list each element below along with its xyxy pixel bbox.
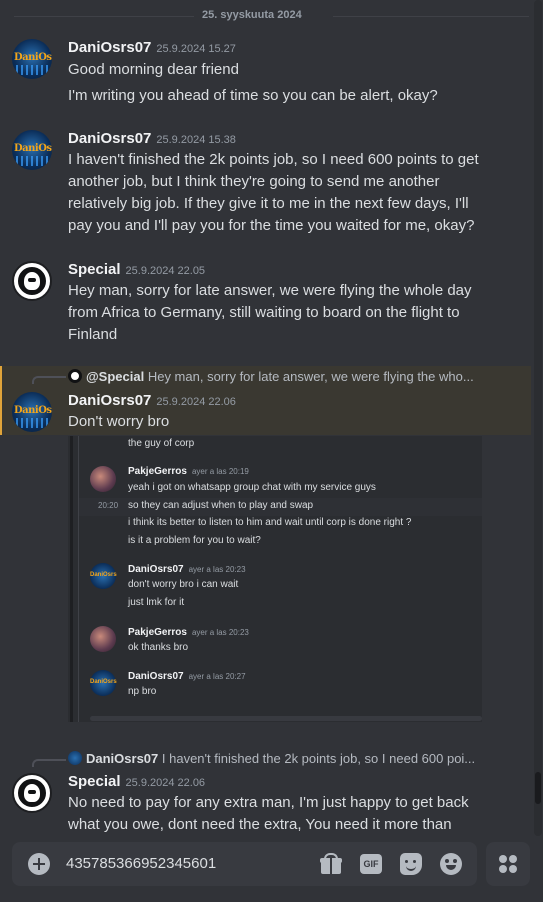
message: Special 25.9.2024 22.05 Hey man, sorry fo… (0, 259, 531, 349)
embed-text: i think its better to listen to him and … (128, 517, 412, 528)
message: DaniOsrs DaniOsrs07 25.9.2024 15.38 I hav… (0, 128, 531, 238)
username[interactable]: Special (68, 261, 121, 278)
message-text: No need to pay for any extra man, I'm ju… (68, 794, 469, 833)
username[interactable]: Special (68, 773, 121, 790)
avatar[interactable]: DaniOsrs (12, 392, 52, 432)
embed-username-text: PakjeGerros (128, 466, 187, 477)
embed-time: ayer a las 20:19 (191, 467, 249, 476)
embed-username-text: DaniOsrs07 (128, 671, 184, 682)
message-text: Good morning dear friend (68, 61, 239, 78)
reply-preview[interactable]: I haven't finished the 2k points job, so… (162, 751, 475, 766)
embed-username: DaniOsrs07 ayer a las 20:27 (128, 671, 246, 682)
gif-icon[interactable]: GIF (360, 854, 382, 874)
scrollbar-thumb[interactable] (535, 772, 541, 804)
avatar[interactable]: DaniOsrs (12, 130, 52, 170)
emoji-icon[interactable] (440, 853, 462, 875)
apps-dot (509, 865, 517, 873)
mini-avatar (68, 369, 82, 383)
message-header: Special 25.9.2024 22.06 (68, 773, 205, 791)
apps-dot (499, 865, 507, 873)
username[interactable]: DaniOsrs07 (68, 392, 151, 409)
gift-icon[interactable] (320, 853, 342, 875)
message: DaniOsrs DaniOsrs07 25.9.2024 22.06 Don't… (0, 390, 531, 434)
embed-text: np bro (128, 686, 157, 697)
avatar-art (16, 65, 48, 75)
avatar-art (16, 418, 48, 428)
username[interactable]: DaniOsrs07 (68, 130, 151, 147)
embed-username: DaniOsrs07 ayer a las 20:23 (128, 564, 246, 575)
embed-text: the guy of corp (128, 438, 195, 449)
embed-edge (70, 436, 73, 722)
divider-line (14, 16, 194, 17)
embed-bottom-bar (90, 716, 482, 721)
reply-reference[interactable]: @Special Hey man, sorry for late answer,… (68, 369, 474, 384)
message-header: DaniOsrs07 25.9.2024 22.06 (68, 392, 236, 410)
embed-text: ok thanks bro (128, 642, 189, 653)
date-divider: 25. syyskuuta 2024 (0, 6, 543, 26)
embed-time: ayer a las 20:27 (188, 672, 246, 681)
timestamp[interactable]: 25.9.2024 15.27 (156, 43, 236, 55)
avatar-emblem (24, 272, 40, 290)
embed-username-text: PakjeGerros (128, 627, 187, 638)
reply-preview[interactable]: Hey man, sorry for late answer, we were … (148, 369, 474, 384)
embed-avatar (90, 626, 116, 652)
reply-reference[interactable]: DaniOsrs07 I haven't finished the 2k poi… (68, 751, 475, 766)
avatar-emblem (24, 784, 40, 802)
embed-time: ayer a las 20:23 (191, 628, 249, 637)
embed-avatar (90, 563, 116, 589)
message-header: DaniOsrs07 25.9.2024 15.38 (68, 130, 236, 148)
embed-side-time: 20:20 (98, 501, 119, 510)
sticker-icon[interactable] (400, 853, 422, 875)
timestamp[interactable]: 25.9.2024 22.05 (126, 265, 206, 277)
add-attachment-icon[interactable] (28, 853, 50, 875)
message-header: Special 25.9.2024 22.05 (68, 261, 205, 279)
avatar-text: DaniOsrs (14, 143, 52, 154)
message-header: DaniOsrs07 25.9.2024 15.27 (68, 39, 236, 57)
embed-text: so they can adjust when to play and swap (128, 500, 314, 511)
message-composer: GIF (12, 842, 477, 886)
timestamp[interactable]: 25.9.2024 15.38 (156, 134, 236, 146)
avatar[interactable] (12, 773, 52, 813)
date-divider-label: 25. syyskuuta 2024 (202, 9, 302, 21)
timestamp[interactable]: 25.9.2024 22.06 (156, 396, 236, 408)
embed-avatar (90, 670, 116, 696)
embed-username: PakjeGerros ayer a las 20:19 (128, 466, 249, 477)
gift-ribbon (330, 858, 332, 874)
apps-icon[interactable] (486, 842, 530, 886)
message: DaniOsrs DaniOsrs07 25.9.2024 15.27 Good … (0, 36, 531, 110)
avatar-text: DaniOsrs (14, 52, 52, 63)
timestamp[interactable]: 25.9.2024 22.06 (126, 777, 206, 789)
mini-avatar (68, 751, 82, 765)
embed-text: is it a problem for you to wait? (128, 535, 261, 546)
embed-time: ayer a las 20:23 (188, 565, 246, 574)
scrollbar-track[interactable] (534, 0, 542, 836)
embed-username: PakjeGerros ayer a las 20:23 (128, 627, 249, 638)
message-text: I haven't finished the 2k points job, so… (68, 151, 479, 234)
reply-spine (32, 376, 66, 384)
apps-dot (499, 855, 507, 863)
avatar[interactable] (12, 261, 52, 301)
reply-spine (32, 759, 66, 767)
reply-mention[interactable]: DaniOsrs07 (86, 751, 158, 766)
reply-mention[interactable]: @Special (86, 369, 144, 384)
embed-text: don't worry bro i can wait (128, 579, 239, 590)
embed-text: yeah i got on whatsapp group chat with m… (128, 482, 376, 493)
embed-username-text: DaniOsrs07 (128, 564, 184, 575)
embed-avatar (90, 466, 116, 492)
message-text: I'm writing you ahead of time so you can… (68, 87, 438, 104)
avatar-art (16, 156, 48, 166)
message: Special 25.9.2024 22.06 No need to pay fo… (0, 771, 531, 837)
embedded-screenshot[interactable]: the guy of corp PakjeGerros ayer a las 20… (68, 436, 482, 722)
divider-line (333, 16, 529, 17)
message-input[interactable] (66, 855, 306, 872)
apps-dot (509, 855, 517, 863)
message-text: Don't worry bro (68, 413, 170, 430)
avatar-text: DaniOsrs (14, 405, 52, 416)
embed-text: just lmk for it (128, 597, 185, 608)
message-text: Hey man, sorry for late answer, we were … (68, 282, 472, 343)
embed-edge (78, 436, 79, 722)
avatar[interactable]: DaniOsrs (12, 39, 52, 79)
username[interactable]: DaniOsrs07 (68, 39, 151, 56)
